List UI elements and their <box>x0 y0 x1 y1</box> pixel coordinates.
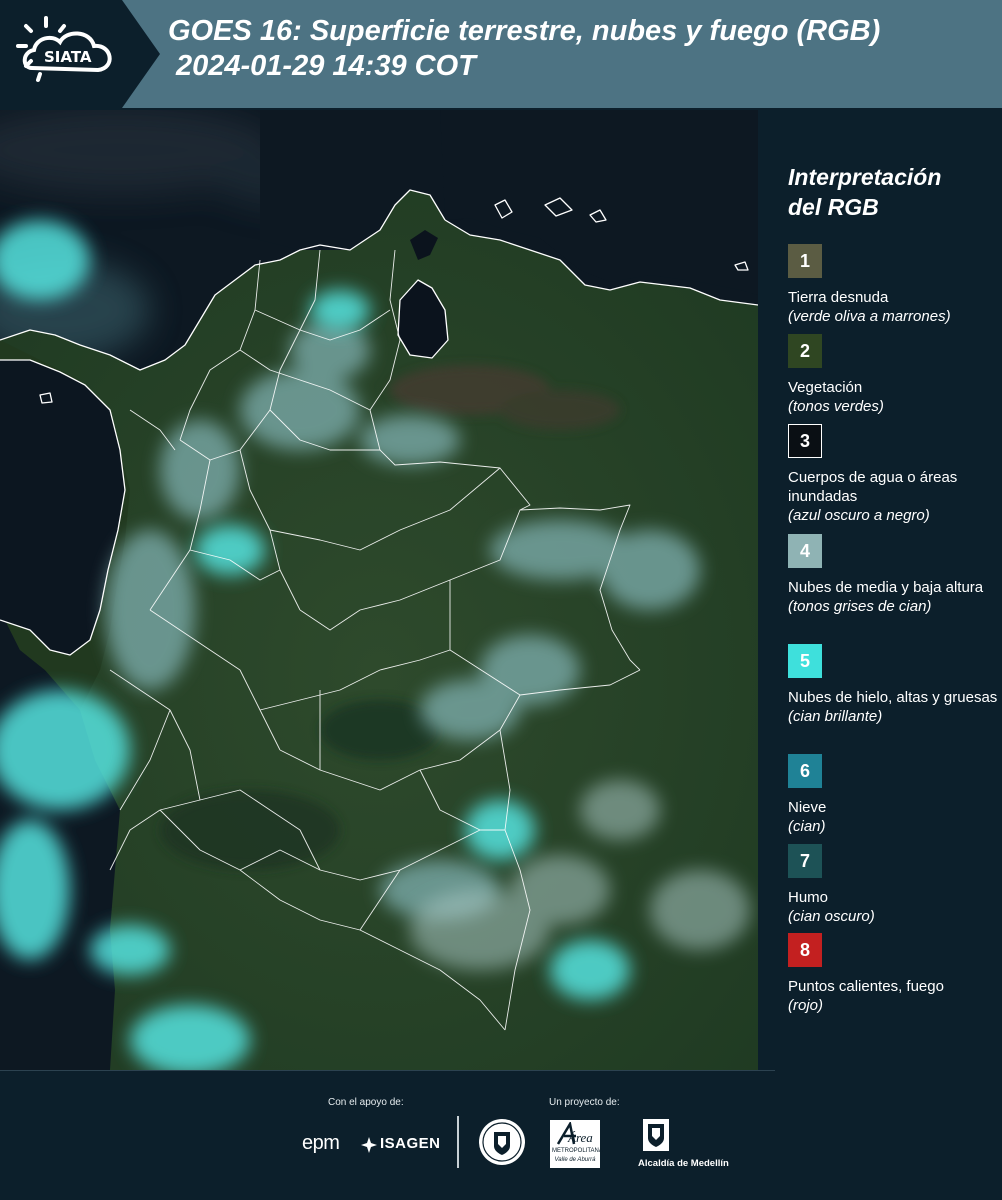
legend-swatch: 1 <box>788 244 822 278</box>
legend-item-water: 3 Cuerpos de agua o áreas inundadas (azu… <box>788 424 998 525</box>
isagen-logo-text: ISAGEN <box>380 1135 441 1152</box>
legend-item-note: (cian) <box>788 818 826 835</box>
legend-item-note: (tonos grises de cian) <box>788 598 932 615</box>
legend-item-bare-soil: 1 Tierra desnuda (verde oliva a marrones… <box>788 244 998 326</box>
siata-logo: SIATA <box>0 0 160 108</box>
legend-item-label: Humo <box>788 889 829 906</box>
logo-text: SIATA <box>44 48 92 66</box>
title-line-2: 2024-01-29 14:39 COT <box>176 50 476 82</box>
legend-swatch: 7 <box>788 844 822 878</box>
alcaldia-medellin-logo: Alcaldía de Medellín <box>638 1118 729 1172</box>
legend-item-note: (cian brillante) <box>788 708 883 725</box>
legend-title: Interpretación del RGB <box>788 162 998 222</box>
legend-item-note: (rojo) <box>788 997 824 1014</box>
legend-swatch: 2 <box>788 334 822 368</box>
footer-vertical-divider <box>457 1116 459 1168</box>
legend-item-label: Tierra desnuda <box>788 289 889 306</box>
epm-logo-text: epm <box>302 1132 340 1154</box>
legend-item-snow: 6 Nieve (cian) <box>788 754 998 836</box>
legend-item-label: Puntos calientes, fuego <box>788 978 944 995</box>
epm-logo: epm <box>302 1132 340 1155</box>
footer-divider <box>0 1070 775 1071</box>
satellite-map[interactable] <box>0 110 758 1070</box>
header-bar: SIATA GOES 16: Superficie terrestre, nub… <box>0 0 1002 108</box>
university-seal-logo <box>478 1118 526 1166</box>
project-caption: Un proyecto de: <box>549 1097 620 1108</box>
legend-item-note: (cian oscuro) <box>788 908 875 925</box>
area-metropolitana-logo: Área METROPOLITANA Valle de Aburrá <box>550 1120 603 1168</box>
legend-title-line-2: del RGB <box>788 194 879 220</box>
legend-item-smoke: 7 Humo (cian oscuro) <box>788 844 998 926</box>
legend-item-label: Nubes de hielo, altas y gruesas <box>788 689 998 706</box>
legend-item-note: (azul oscuro a negro) <box>788 507 930 524</box>
legend-item-label: Nubes de media y baja altura <box>788 579 984 596</box>
area-logo-tag: Valle de Aburrá <box>554 1157 596 1163</box>
title-line-1: GOES 16: Superficie terrestre, nubes y f… <box>168 15 881 47</box>
legend-title-line-1: Interpretación <box>788 164 942 190</box>
legend-swatch: 5 <box>788 644 822 678</box>
legend-swatch: 3 <box>788 424 822 458</box>
legend-item-fire: 8 Puntos calientes, fuego (rojo) <box>788 933 998 1015</box>
legend-item-label: Nieve <box>788 799 827 816</box>
legend-item-note: (verde oliva a marrones) <box>788 308 951 325</box>
legend-item-label: Vegetación <box>788 379 863 396</box>
isagen-logo: ISAGEN <box>360 1134 440 1156</box>
legend-swatch: 8 <box>788 933 822 967</box>
area-logo-sub: METROPOLITANA <box>552 1148 603 1154</box>
support-caption: Con el apoyo de: <box>328 1097 404 1108</box>
legend-item-mid-low-clouds: 4 Nubes de media y baja altura (tonos gr… <box>788 534 998 616</box>
legend-item-note: (tonos verdes) <box>788 398 884 415</box>
legend-swatch: 4 <box>788 534 822 568</box>
legend-item-label: Cuerpos de agua o áreas inundadas <box>788 469 958 505</box>
legend-swatch: 6 <box>788 754 822 788</box>
legend-item-ice-clouds: 5 Nubes de hielo, altas y gruesas (cian … <box>788 644 998 726</box>
footer: Con el apoyo de: Un proyecto de: epm ISA… <box>0 1070 1002 1200</box>
alcaldia-logo-text: Alcaldía de Medellín <box>638 1158 729 1169</box>
page-title: GOES 16: Superficie terrestre, nubes y f… <box>168 14 998 84</box>
legend-item-vegetation: 2 Vegetación (tonos verdes) <box>788 334 998 416</box>
rgb-legend: Interpretación del RGB 1 Tierra desnuda … <box>760 110 1002 1070</box>
area-logo-name: Área <box>568 1130 593 1145</box>
